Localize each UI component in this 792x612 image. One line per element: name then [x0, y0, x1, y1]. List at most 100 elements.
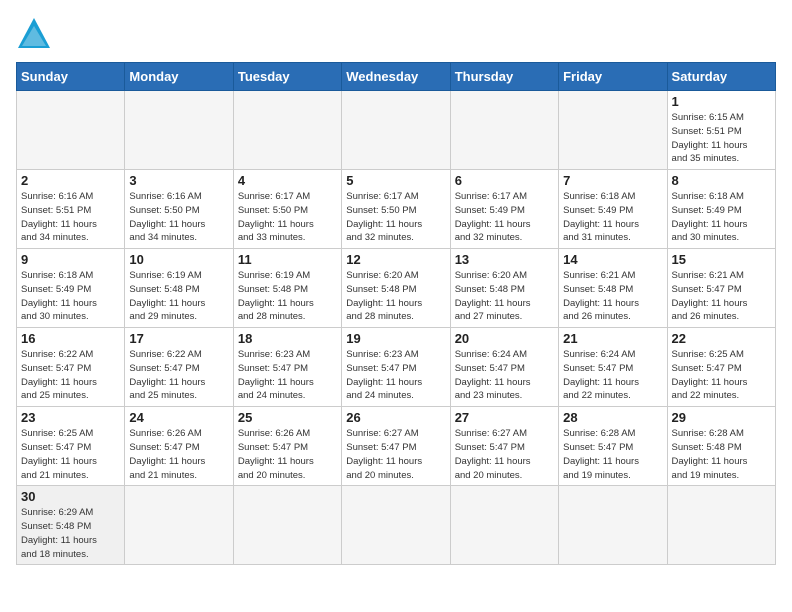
- day-number: 20: [455, 331, 554, 346]
- day-number: 17: [129, 331, 228, 346]
- calendar-cell: [450, 91, 558, 170]
- calendar-cell: [342, 91, 450, 170]
- calendar-cell: [450, 486, 558, 565]
- calendar-header-row: SundayMondayTuesdayWednesdayThursdayFrid…: [17, 63, 776, 91]
- calendar-cell: 17 Sunrise: 6:22 AMSunset: 5:47 PMDayligh…: [125, 328, 233, 407]
- day-number: 9: [21, 252, 120, 267]
- calendar-cell: 26 Sunrise: 6:27 AMSunset: 5:47 PMDayligh…: [342, 407, 450, 486]
- calendar-cell: 21Sunrise: 6:24 AMSunset: 5:47 PMDayligh…: [559, 328, 667, 407]
- day-info: Sunrise: 6:22 AMSunset: 5:47 PMDaylight:…: [21, 348, 120, 403]
- calendar-week-6: 30Sunrise: 6:29 AMSunset: 5:48 PMDayligh…: [17, 486, 776, 565]
- day-number: 26: [346, 410, 445, 425]
- day-number: 29: [672, 410, 771, 425]
- day-info: Sunrise: 6:27 AMSunset: 5:47 PMDaylight:…: [346, 427, 445, 482]
- day-info: Sunrise: 6:25 AMSunset: 5:47 PMDaylight:…: [672, 348, 771, 403]
- day-number: 8: [672, 173, 771, 188]
- day-info: Sunrise: 6:15 AMSunset: 5:51 PMDaylight:…: [672, 111, 771, 166]
- day-info: Sunrise: 6:24 AMSunset: 5:47 PMDaylight:…: [455, 348, 554, 403]
- day-of-week-sunday: Sunday: [17, 63, 125, 91]
- day-info: Sunrise: 6:20 AMSunset: 5:48 PMDaylight:…: [346, 269, 445, 324]
- calendar-week-4: 16 Sunrise: 6:22 AMSunset: 5:47 PMDayligh…: [17, 328, 776, 407]
- calendar-cell: 23 Sunrise: 6:25 AMSunset: 5:47 PMDayligh…: [17, 407, 125, 486]
- calendar: SundayMondayTuesdayWednesdayThursdayFrid…: [16, 62, 776, 565]
- day-number: 13: [455, 252, 554, 267]
- day-info: Sunrise: 6:17 AMSunset: 5:50 PMDaylight:…: [346, 190, 445, 245]
- calendar-cell: 4 Sunrise: 6:17 AMSunset: 5:50 PMDaylight…: [233, 170, 341, 249]
- calendar-cell: [342, 486, 450, 565]
- day-info: Sunrise: 6:23 AMSunset: 5:47 PMDaylight:…: [346, 348, 445, 403]
- day-info: Sunrise: 6:18 AMSunset: 5:49 PMDaylight:…: [21, 269, 120, 324]
- calendar-cell: [125, 486, 233, 565]
- day-number: 12: [346, 252, 445, 267]
- calendar-cell: 8Sunrise: 6:18 AMSunset: 5:49 PMDaylight…: [667, 170, 775, 249]
- calendar-cell: [667, 486, 775, 565]
- calendar-cell: 27 Sunrise: 6:27 AMSunset: 5:47 PMDayligh…: [450, 407, 558, 486]
- calendar-cell: 16 Sunrise: 6:22 AMSunset: 5:47 PMDayligh…: [17, 328, 125, 407]
- calendar-cell: 24 Sunrise: 6:26 AMSunset: 5:47 PMDayligh…: [125, 407, 233, 486]
- calendar-cell: 29Sunrise: 6:28 AMSunset: 5:48 PMDayligh…: [667, 407, 775, 486]
- day-info: Sunrise: 6:17 AMSunset: 5:50 PMDaylight:…: [238, 190, 337, 245]
- logo-icon: [16, 16, 52, 52]
- calendar-week-1: 1Sunrise: 6:15 AMSunset: 5:51 PMDaylight…: [17, 91, 776, 170]
- day-number: 24: [129, 410, 228, 425]
- calendar-cell: 15Sunrise: 6:21 AMSunset: 5:47 PMDayligh…: [667, 249, 775, 328]
- header: [16, 16, 776, 52]
- day-number: 23: [21, 410, 120, 425]
- day-number: 6: [455, 173, 554, 188]
- calendar-cell: [125, 91, 233, 170]
- day-of-week-friday: Friday: [559, 63, 667, 91]
- day-info: Sunrise: 6:17 AMSunset: 5:49 PMDaylight:…: [455, 190, 554, 245]
- calendar-cell: [233, 486, 341, 565]
- calendar-cell: 30Sunrise: 6:29 AMSunset: 5:48 PMDayligh…: [17, 486, 125, 565]
- day-info: Sunrise: 6:25 AMSunset: 5:47 PMDaylight:…: [21, 427, 120, 482]
- day-number: 30: [21, 489, 120, 504]
- calendar-cell: 28Sunrise: 6:28 AMSunset: 5:47 PMDayligh…: [559, 407, 667, 486]
- day-of-week-monday: Monday: [125, 63, 233, 91]
- calendar-cell: 22 Sunrise: 6:25 AMSunset: 5:47 PMDayligh…: [667, 328, 775, 407]
- calendar-cell: 14Sunrise: 6:21 AMSunset: 5:48 PMDayligh…: [559, 249, 667, 328]
- day-info: Sunrise: 6:20 AMSunset: 5:48 PMDaylight:…: [455, 269, 554, 324]
- day-number: 15: [672, 252, 771, 267]
- calendar-cell: 13 Sunrise: 6:20 AMSunset: 5:48 PMDayligh…: [450, 249, 558, 328]
- day-of-week-wednesday: Wednesday: [342, 63, 450, 91]
- day-info: Sunrise: 6:26 AMSunset: 5:47 PMDaylight:…: [238, 427, 337, 482]
- calendar-cell: 18Sunrise: 6:23 AMSunset: 5:47 PMDayligh…: [233, 328, 341, 407]
- day-info: Sunrise: 6:19 AMSunset: 5:48 PMDaylight:…: [238, 269, 337, 324]
- day-number: 16: [21, 331, 120, 346]
- day-number: 25: [238, 410, 337, 425]
- day-info: Sunrise: 6:16 AMSunset: 5:51 PMDaylight:…: [21, 190, 120, 245]
- calendar-cell: [559, 486, 667, 565]
- day-info: Sunrise: 6:19 AMSunset: 5:48 PMDaylight:…: [129, 269, 228, 324]
- calendar-cell: [17, 91, 125, 170]
- calendar-cell: [233, 91, 341, 170]
- day-number: 5: [346, 173, 445, 188]
- calendar-cell: [559, 91, 667, 170]
- day-number: 28: [563, 410, 662, 425]
- day-info: Sunrise: 6:26 AMSunset: 5:47 PMDaylight:…: [129, 427, 228, 482]
- day-number: 14: [563, 252, 662, 267]
- calendar-cell: 6 Sunrise: 6:17 AMSunset: 5:49 PMDaylight…: [450, 170, 558, 249]
- day-number: 19: [346, 331, 445, 346]
- day-of-week-saturday: Saturday: [667, 63, 775, 91]
- calendar-cell: 19 Sunrise: 6:23 AMSunset: 5:47 PMDayligh…: [342, 328, 450, 407]
- calendar-cell: 20 Sunrise: 6:24 AMSunset: 5:47 PMDayligh…: [450, 328, 558, 407]
- calendar-cell: 3Sunrise: 6:16 AMSunset: 5:50 PMDaylight…: [125, 170, 233, 249]
- calendar-cell: 9 Sunrise: 6:18 AMSunset: 5:49 PMDaylight…: [17, 249, 125, 328]
- day-info: Sunrise: 6:16 AMSunset: 5:50 PMDaylight:…: [129, 190, 228, 245]
- calendar-week-5: 23 Sunrise: 6:25 AMSunset: 5:47 PMDayligh…: [17, 407, 776, 486]
- day-info: Sunrise: 6:18 AMSunset: 5:49 PMDaylight:…: [563, 190, 662, 245]
- day-number: 21: [563, 331, 662, 346]
- calendar-cell: 25 Sunrise: 6:26 AMSunset: 5:47 PMDayligh…: [233, 407, 341, 486]
- day-of-week-thursday: Thursday: [450, 63, 558, 91]
- calendar-cell: 5 Sunrise: 6:17 AMSunset: 5:50 PMDaylight…: [342, 170, 450, 249]
- day-number: 22: [672, 331, 771, 346]
- calendar-cell: 11Sunrise: 6:19 AMSunset: 5:48 PMDayligh…: [233, 249, 341, 328]
- calendar-cell: 10Sunrise: 6:19 AMSunset: 5:48 PMDayligh…: [125, 249, 233, 328]
- day-info: Sunrise: 6:27 AMSunset: 5:47 PMDaylight:…: [455, 427, 554, 482]
- calendar-cell: 12 Sunrise: 6:20 AMSunset: 5:48 PMDayligh…: [342, 249, 450, 328]
- day-info: Sunrise: 6:23 AMSunset: 5:47 PMDaylight:…: [238, 348, 337, 403]
- day-info: Sunrise: 6:22 AMSunset: 5:47 PMDaylight:…: [129, 348, 228, 403]
- day-of-week-tuesday: Tuesday: [233, 63, 341, 91]
- day-number: 4: [238, 173, 337, 188]
- day-number: 27: [455, 410, 554, 425]
